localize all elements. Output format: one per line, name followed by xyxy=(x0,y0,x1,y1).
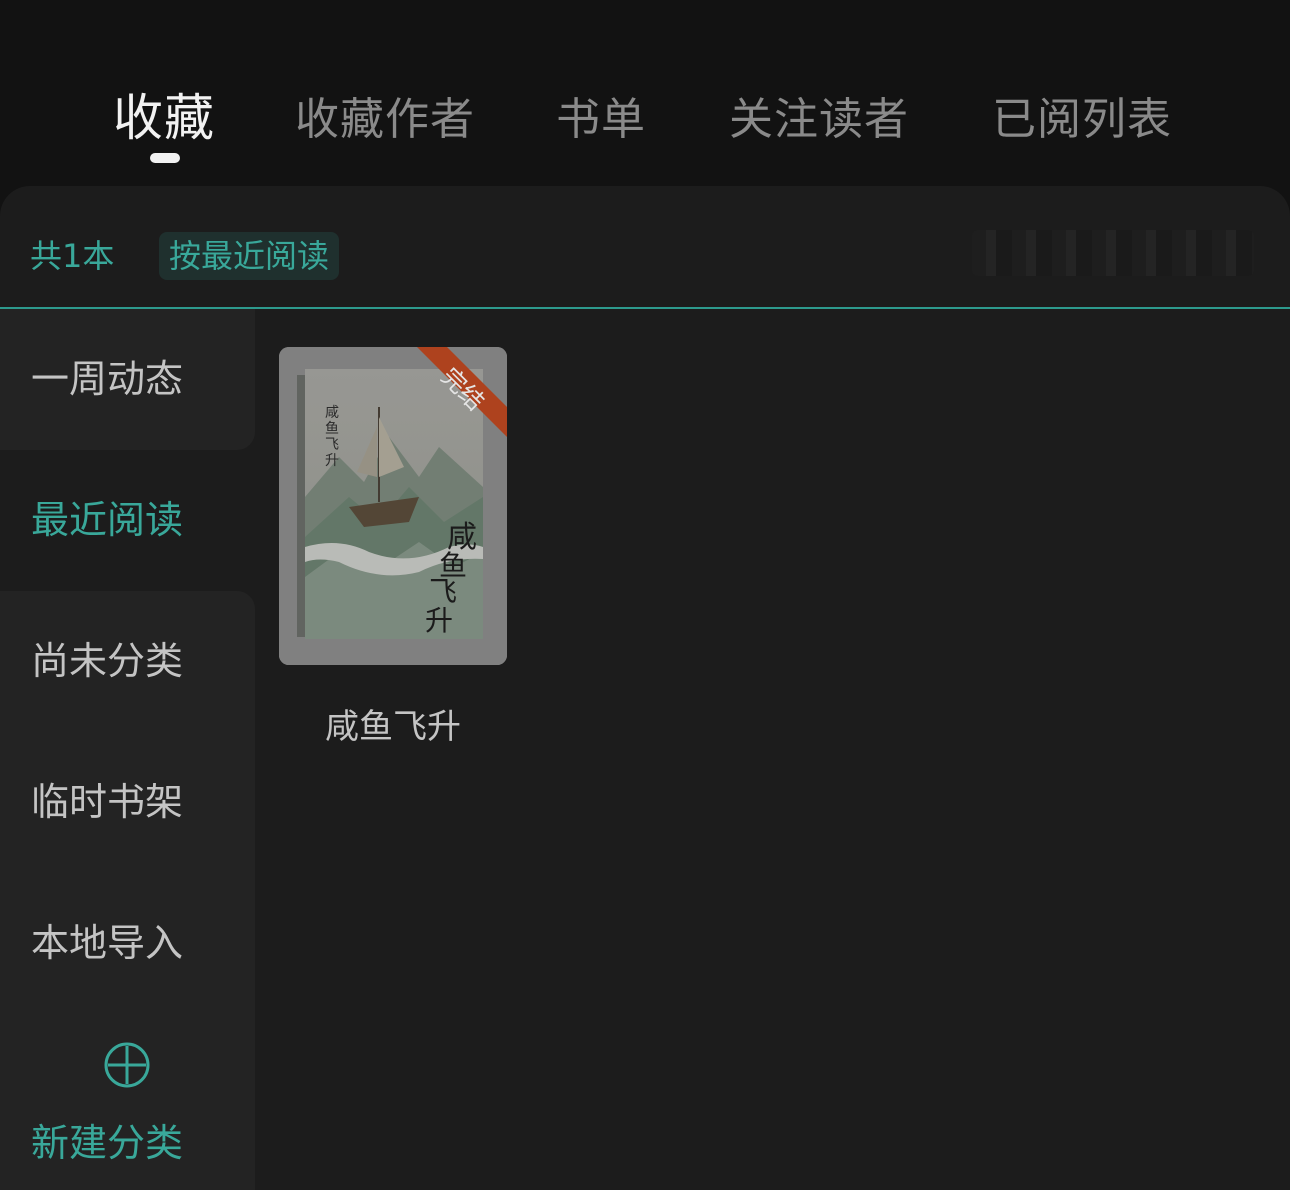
active-tab-indicator xyxy=(150,153,180,163)
book-count: 共1本 xyxy=(30,237,115,275)
tab-booklists[interactable]: 书单 xyxy=(556,88,646,158)
bookshelf-panel: 共1本 按最近阅读 一周动态 最近阅读 尚未分类 临时书架 本地导入 新建分类 xyxy=(0,186,1290,1190)
tab-followed-readers[interactable]: 关注读者 xyxy=(729,88,909,158)
sort-button[interactable]: 按最近阅读 xyxy=(159,232,340,280)
sidebar-item-recent-reading[interactable]: 最近阅读 xyxy=(0,450,255,591)
tab-read-list[interactable]: 已阅列表 xyxy=(992,88,1172,158)
sidebar-item-uncategorized[interactable]: 尚未分类 xyxy=(0,591,255,732)
tab-favorite-authors[interactable]: 收藏作者 xyxy=(295,88,475,158)
sidebar-lower-bg: 尚未分类 临时书架 本地导入 新建分类 xyxy=(0,591,255,1190)
plus-circle-icon xyxy=(104,1042,150,1088)
sidebar-item-weekly-activity[interactable]: 一周动态 xyxy=(0,309,255,450)
shelf-summary-bar: 共1本 按最近阅读 xyxy=(0,186,1290,308)
book-cover-art: 咸 鱼 飞 升 咸 鱼 飞 升 完结 xyxy=(279,347,507,665)
book-title[interactable]: 咸鱼飞升 xyxy=(279,705,507,749)
category-sidebar: 一周动态 最近阅读 尚未分类 临时书架 本地导入 新建分类 xyxy=(0,309,255,1190)
book-cover[interactable]: 咸 鱼 飞 升 咸 鱼 飞 升 完结 xyxy=(279,347,507,665)
top-tab-bar: 收藏 收藏作者 书单 关注读者 已阅列表 xyxy=(0,0,1290,186)
sidebar-item-temp-shelf[interactable]: 临时书架 xyxy=(0,732,255,873)
book-item[interactable]: 咸 鱼 飞 升 咸 鱼 飞 升 完结 咸鱼飞升 xyxy=(279,347,507,747)
sidebar-item-local-import[interactable]: 本地导入 xyxy=(0,873,255,1014)
new-category-button[interactable]: 新建分类 xyxy=(0,1029,255,1189)
blurred-toolbar xyxy=(972,230,1254,276)
tab-favorites[interactable]: 收藏 xyxy=(113,86,215,156)
new-category-label: 新建分类 xyxy=(31,1121,184,1165)
